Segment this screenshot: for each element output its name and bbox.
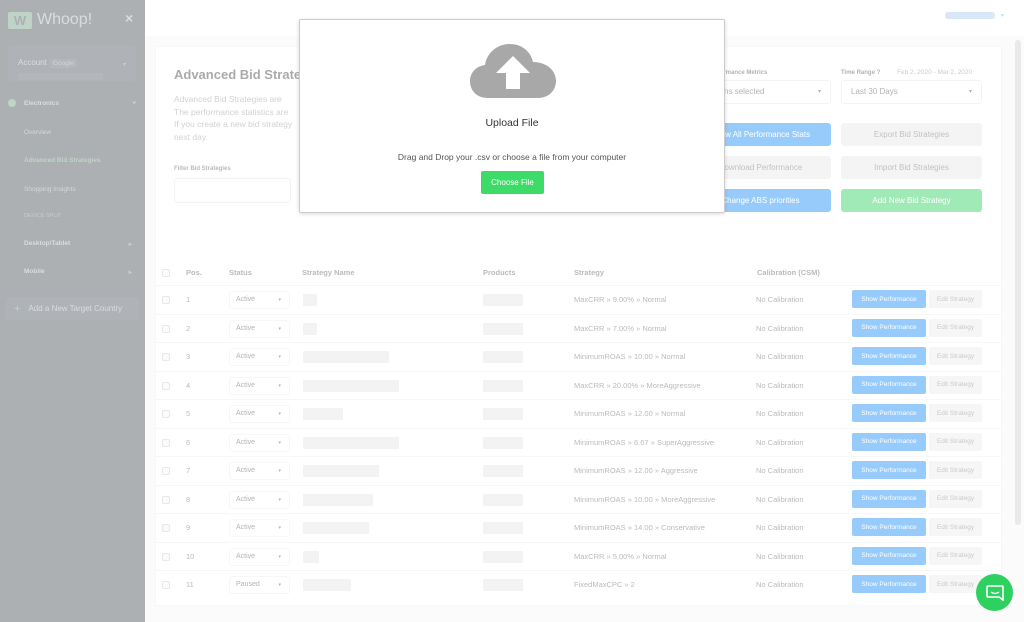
- modal-description: Drag and Drop your .csv or choose a file…: [397, 152, 627, 162]
- sidebar-backdrop: [0, 0, 145, 622]
- choose-file-button[interactable]: Choose File: [481, 171, 544, 194]
- upload-modal: Upload File Drag and Drop your .csv or c…: [299, 19, 725, 213]
- chat-launcher-button[interactable]: [976, 574, 1013, 611]
- chat-icon: [985, 584, 1004, 601]
- cloud-upload-icon: [470, 44, 556, 98]
- modal-title: Upload File: [485, 117, 539, 129]
